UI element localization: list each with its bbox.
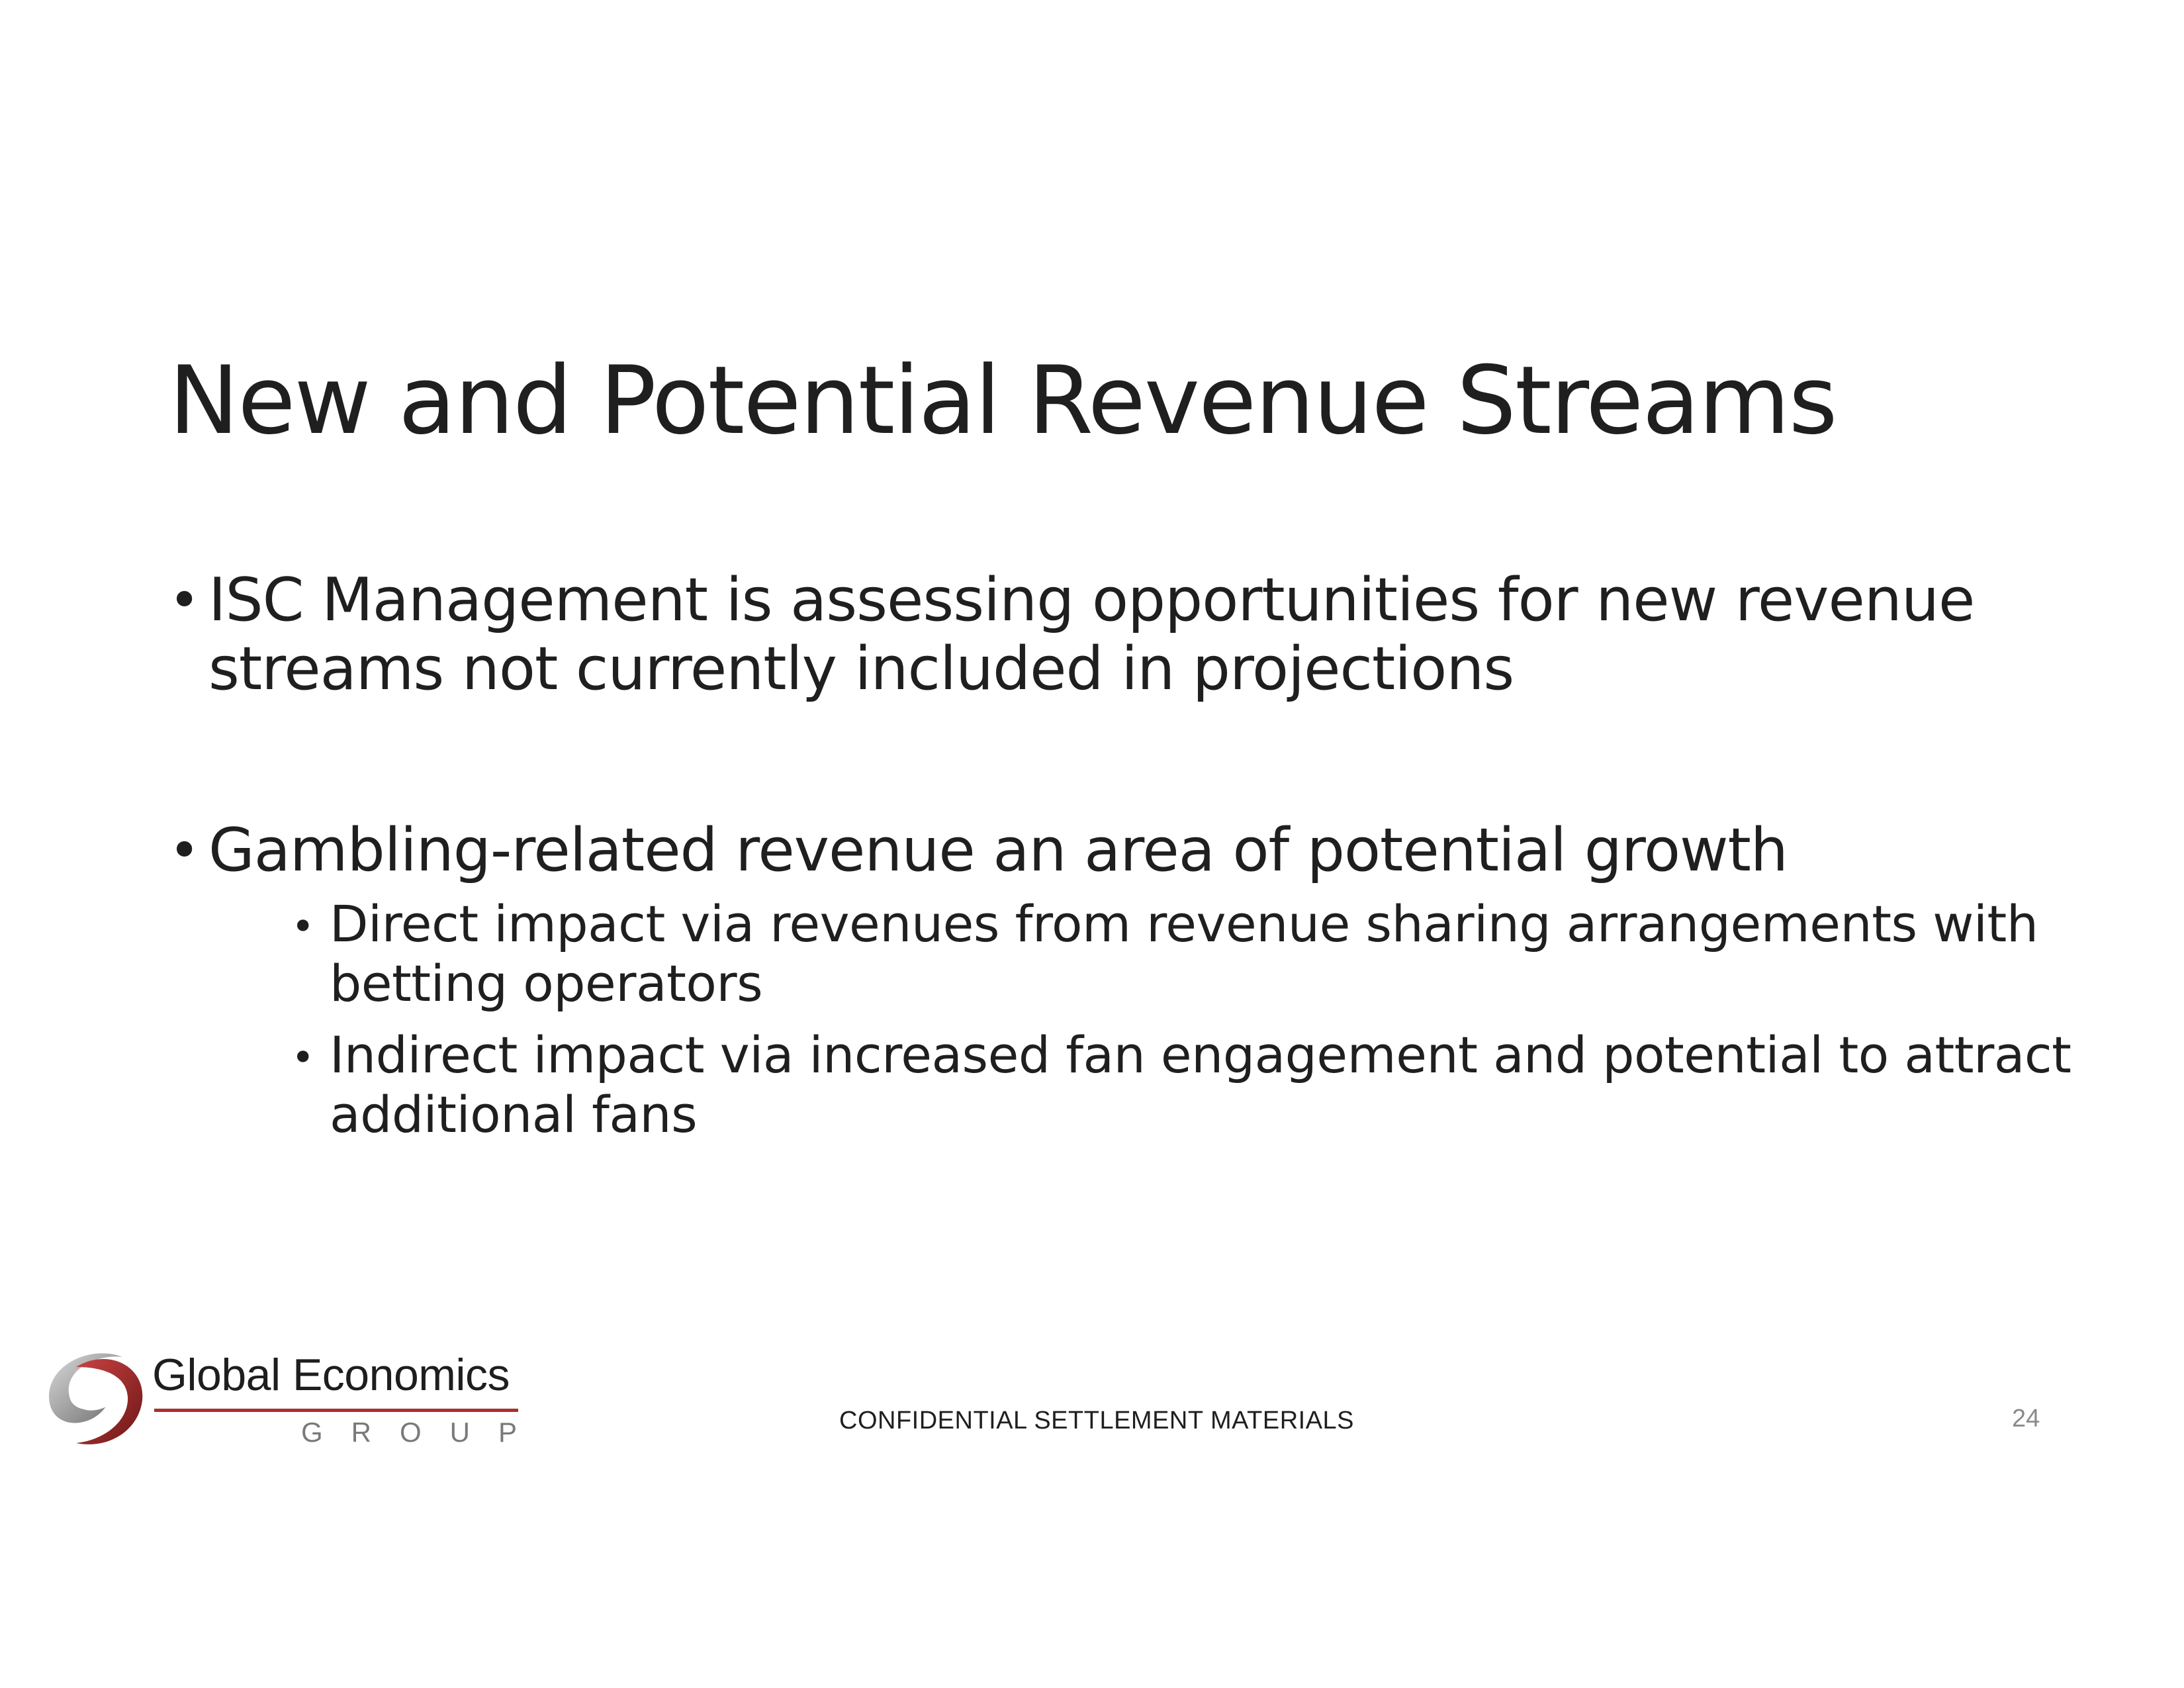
bullet-item: • Gambling-related revenue an area of po… (169, 816, 2088, 1145)
bullet-list: • ISC Management is assessing opportunit… (169, 566, 2088, 1145)
page-number: 24 (2012, 1405, 2040, 1432)
bullet-item: • ISC Management is assessing opportunit… (169, 566, 2088, 704)
sub-bullet-text: Direct impact via revenues from revenue … (330, 894, 2038, 1013)
sub-bullet-item: • Direct impact via revenues from revenu… (291, 894, 2088, 1013)
bullet-text: ISC Management is assessing opportunitie… (208, 565, 1975, 704)
bullet-icon: • (291, 904, 314, 950)
logo-wordmark: Global Economics (152, 1350, 510, 1400)
sub-bullet-list: • Direct impact via revenues from revenu… (208, 894, 2088, 1145)
logo-group-text: GROUP (301, 1417, 546, 1448)
bullet-icon: • (291, 1035, 314, 1081)
logo-swirl-icon (49, 1353, 143, 1444)
company-logo: Global Economics GROUP (36, 1337, 526, 1456)
sub-bullet-item: • Indirect impact via increased fan enga… (291, 1025, 2088, 1145)
slide: New and Potential Revenue Streams • ISC … (0, 0, 2184, 1688)
slide-title: New and Potential Revenue Streams (169, 346, 1838, 455)
confidential-notice: CONFIDENTIAL SETTLEMENT MATERIALS (839, 1407, 1355, 1434)
sub-bullet-text: Indirect impact via increased fan engage… (330, 1025, 2071, 1144)
bullet-text: Gambling-related revenue an area of pote… (208, 816, 1788, 885)
logo-underline (154, 1409, 518, 1412)
bullet-icon: • (169, 569, 200, 631)
bullet-icon: • (169, 820, 200, 881)
